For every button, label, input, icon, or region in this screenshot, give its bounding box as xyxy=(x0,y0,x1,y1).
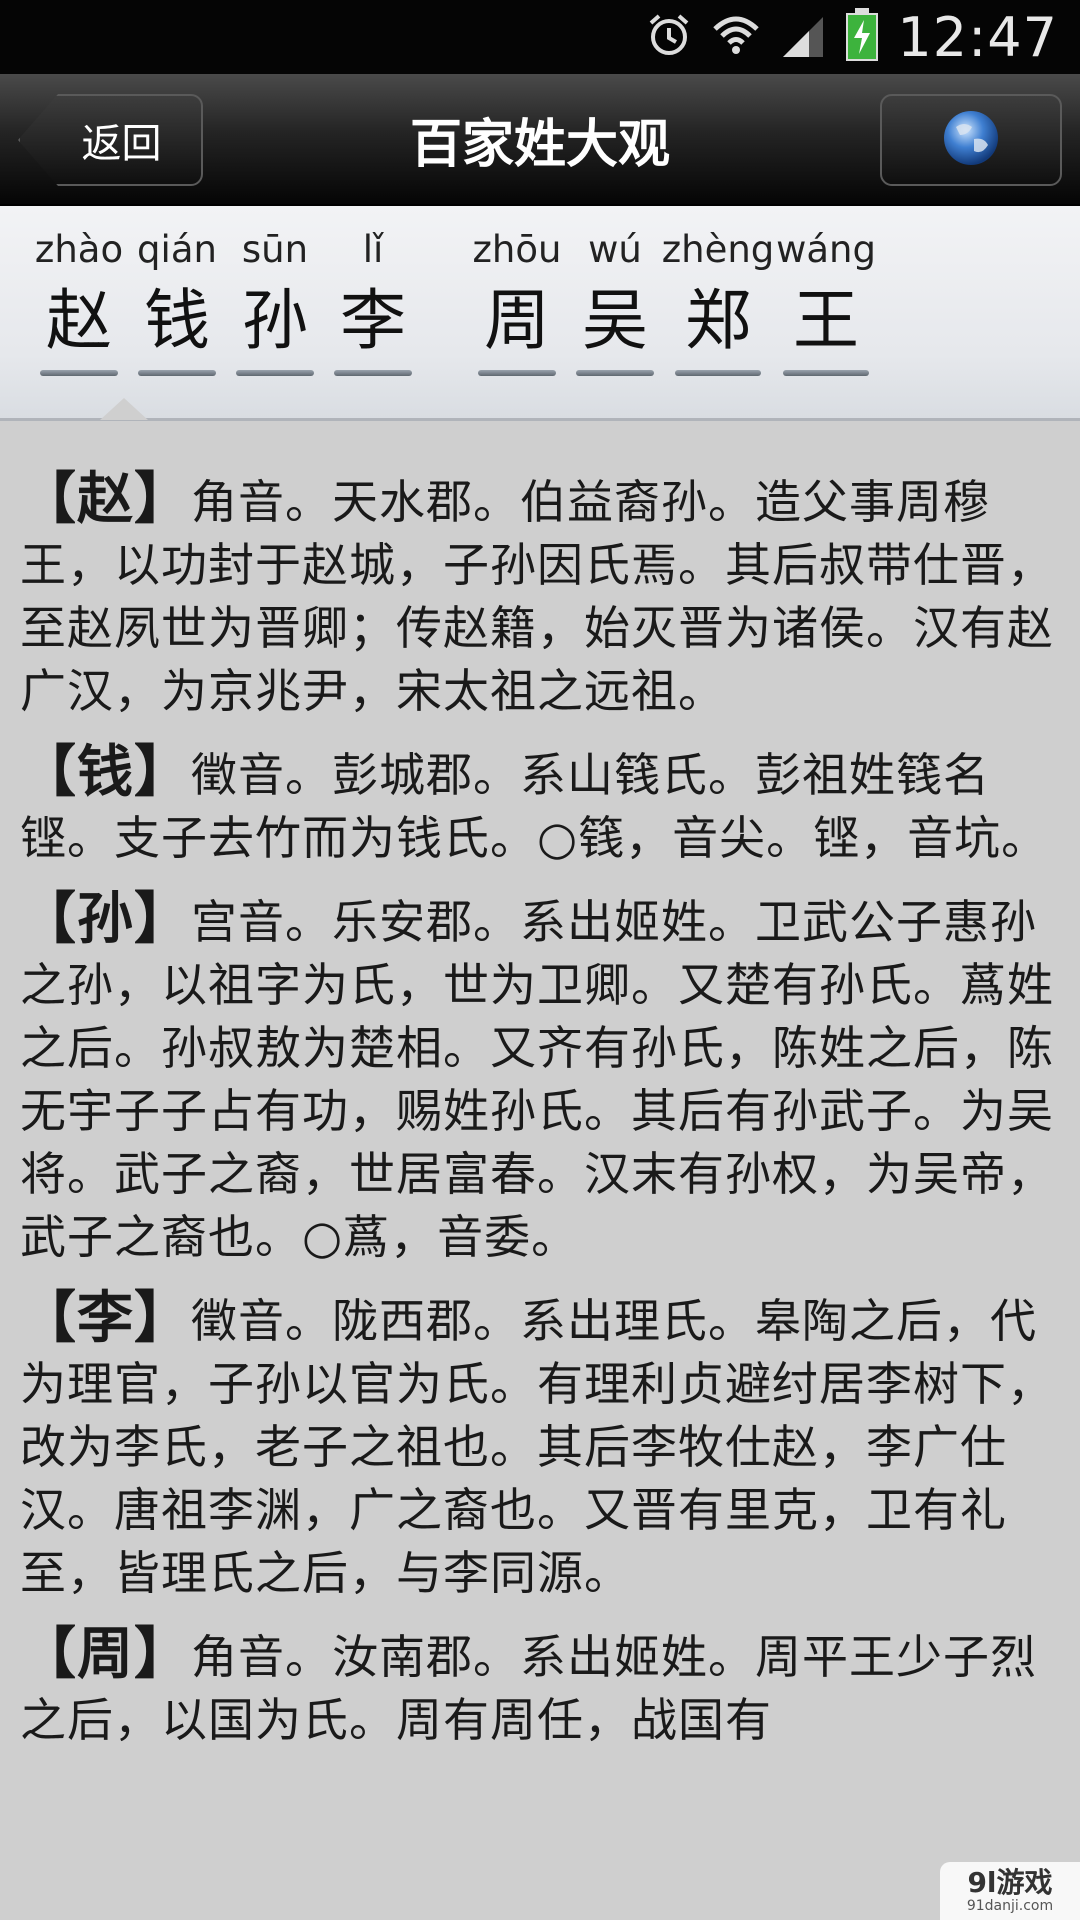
surname-item[interactable]: qián 钱 xyxy=(128,224,226,376)
pinyin-label: wáng xyxy=(776,228,876,271)
entry-heading: 【周】 xyxy=(20,1622,191,1687)
battery-charging-icon xyxy=(845,8,879,66)
surname-item[interactable]: sūn 孙 xyxy=(226,224,324,376)
entry-qian: 【钱】徵音。彭城郡。系山篯氏。彭祖姓篯名铿。支子去竹而为钱氏。○篯，音尖。铿，音… xyxy=(20,741,1058,870)
surname-char: 王 xyxy=(793,282,859,359)
watermark-sub: 91danji.com xyxy=(966,1898,1054,1914)
surname-char: 郑 xyxy=(685,282,751,359)
surname-char: 孙 xyxy=(242,282,308,359)
globe-icon xyxy=(942,109,1000,171)
surname-char: 吴 xyxy=(582,282,648,359)
entry-sun: 【孙】宫音。乐安郡。系出姬姓。卫武公子惠孙之孙，以祖字为氏，世为卫卿。又楚有孙氏… xyxy=(20,888,1058,1269)
surname-item[interactable]: zhōu 周 xyxy=(468,224,566,376)
globe-button[interactable] xyxy=(880,94,1062,186)
watermark-main: 9l游戏 xyxy=(967,1866,1053,1899)
surname-item[interactable]: lǐ 李 xyxy=(324,224,422,376)
pinyin-label: sūn xyxy=(241,228,309,271)
entry-heading: 【钱】 xyxy=(20,740,191,805)
surname-underline xyxy=(333,370,413,376)
surname-char: 周 xyxy=(484,282,550,359)
pinyin-label: wú xyxy=(588,228,642,271)
surname-underline xyxy=(477,370,557,376)
back-button[interactable]: 返回 xyxy=(18,94,203,186)
alarm-icon xyxy=(645,11,693,63)
watermark-logo: 9l游戏 91danji.com xyxy=(940,1862,1080,1920)
entry-zhao: 【赵】角音。天水郡。伯益裔孙。造父事周穆王，以功封于赵城，子孙因氏焉。其后叔带仕… xyxy=(20,468,1058,723)
surname-underline xyxy=(235,370,315,376)
surname-underline xyxy=(39,370,119,376)
surname-selector: zhào 赵 qián 钱 sūn 孙 lǐ 李 zhōu 周 wú 吴 zhè… xyxy=(0,206,1080,421)
surname-underline xyxy=(137,370,217,376)
surname-underline xyxy=(782,370,870,376)
surname-underline xyxy=(575,370,655,376)
surname-underline xyxy=(674,370,762,376)
nav-bar: 返回 百家姓大观 xyxy=(0,74,1080,206)
pinyin-label: zhèng xyxy=(661,228,775,271)
surname-char: 赵 xyxy=(46,282,112,359)
pinyin-label: zhào xyxy=(34,228,124,271)
clock: 12:47 xyxy=(897,5,1058,69)
surname-item[interactable]: wú 吴 xyxy=(566,224,664,376)
status-bar: 12:47 xyxy=(0,0,1080,74)
signal-icon xyxy=(779,11,827,63)
entry-li: 【李】徵音。陇西郡。系出理氏。皋陶之后，代为理官，子孙以官为氏。有理利贞避纣居李… xyxy=(20,1287,1058,1605)
pinyin-label: lǐ xyxy=(362,228,384,271)
wifi-icon xyxy=(711,11,761,63)
surname-item[interactable]: wáng 王 xyxy=(772,224,880,376)
surname-item[interactable]: zhào 赵 xyxy=(30,224,128,376)
surname-char: 李 xyxy=(340,282,406,359)
pinyin-label: qián xyxy=(137,228,217,271)
selection-pointer xyxy=(100,398,148,420)
entry-heading: 【李】 xyxy=(20,1286,191,1351)
surname-char: 钱 xyxy=(144,282,210,359)
content-scroll[interactable]: 【赵】角音。天水郡。伯益裔孙。造父事周穆王，以功封于赵城，子孙因氏焉。其后叔带仕… xyxy=(0,420,1080,1920)
entry-heading: 【孙】 xyxy=(20,887,191,952)
surname-item[interactable]: zhèng 郑 xyxy=(661,224,775,376)
entry-zhou: 【周】角音。汝南郡。系出姬姓。周平王少子烈之后，以国为氏。周有周任，战国有 xyxy=(20,1623,1058,1752)
entry-heading: 【赵】 xyxy=(20,467,191,532)
pinyin-label: zhōu xyxy=(472,228,562,271)
